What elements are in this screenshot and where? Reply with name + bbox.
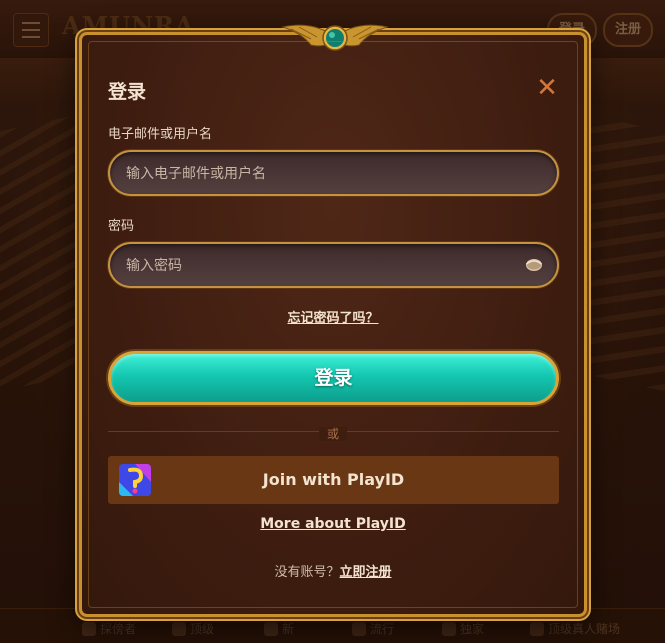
divider-or: 或 — [82, 423, 584, 442]
forgot-password-link[interactable]: 忘记密码了吗？ — [82, 307, 584, 326]
divider-or-text: 或 — [318, 427, 347, 441]
no-account-text: 没有账号？ — [274, 565, 340, 580]
register-now-link[interactable]: 立即注册 — [340, 565, 392, 580]
login-submit-button[interactable]: 登录 — [108, 351, 559, 405]
password-field[interactable] — [124, 244, 508, 288]
email-label: 电子邮件或用户名 — [108, 127, 213, 142]
playid-label: Join with PlayID — [262, 470, 405, 489]
email-field[interactable] — [124, 152, 508, 196]
winged-scarab-ornament-icon — [281, 24, 389, 51]
email-field-wrapper — [108, 150, 559, 196]
more-about-playid-link[interactable]: More about PlayID — [82, 516, 584, 532]
eye-icon[interactable] — [525, 257, 543, 273]
password-field-wrapper — [108, 242, 559, 288]
playid-button[interactable]: Join with PlayID — [108, 456, 559, 504]
modal-title: 登录 — [108, 81, 147, 103]
login-modal: 登录 ✕ 电子邮件或用户名 密码 忘记密码了吗？ 登录 或 Join with … — [79, 24, 587, 617]
close-icon[interactable]: ✕ — [536, 75, 558, 101]
password-label: 密码 — [108, 219, 135, 234]
signup-row: 没有账号？立即注册 — [82, 561, 584, 580]
